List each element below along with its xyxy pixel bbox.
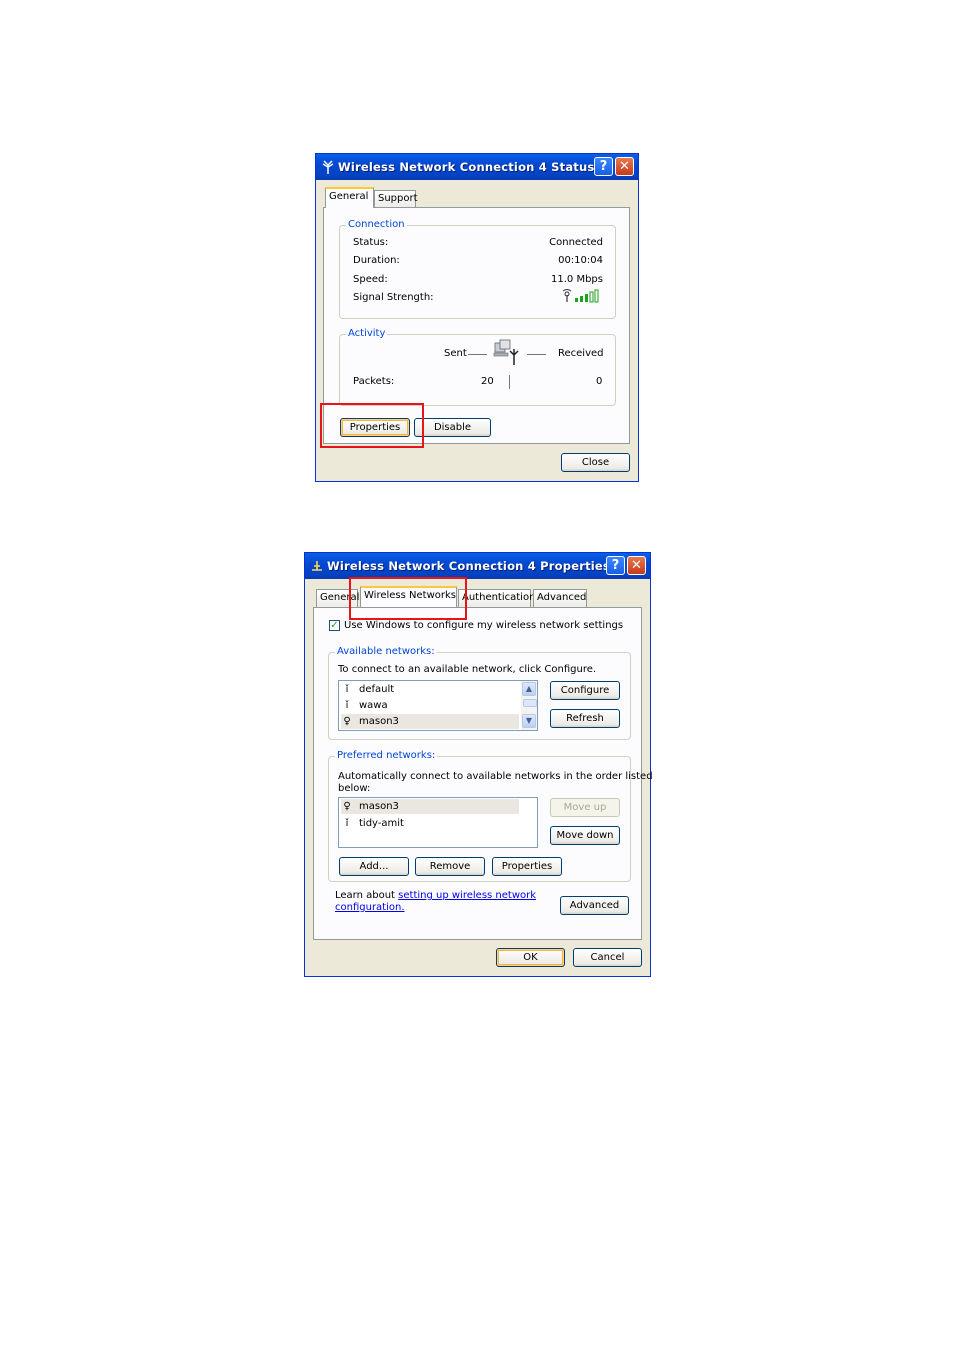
scroll-down-icon[interactable]: ▼ [522, 714, 536, 728]
learn-link-2[interactable]: configuration. [335, 902, 405, 913]
close-window-button[interactable]: ✕ [627, 556, 646, 575]
use-windows-label: Use Windows to configure my wireless net… [344, 620, 624, 631]
preferred-networks-group: Preferred networks: Automatically connec… [328, 750, 653, 882]
list-item[interactable]: ♀ mason3 [341, 714, 519, 729]
add-button[interactable]: Add... [339, 857, 409, 876]
highlight-properties [320, 403, 424, 448]
status-label: Status: [353, 237, 389, 248]
available-networks-list[interactable]: ǐ default ǐ wawa ♀ mason3 ▲ ▼ [338, 680, 538, 731]
learn-link-1[interactable]: setting up wireless network [398, 890, 536, 901]
available-networks-title: Available networks: [335, 646, 437, 657]
help-button[interactable]: ? [594, 157, 613, 176]
preferred-networks-title: Preferred networks: [335, 750, 438, 761]
cancel-button[interactable]: Cancel [573, 948, 642, 967]
available-networks-group: Available networks: To connect to an ava… [328, 646, 631, 740]
scroll-thumb[interactable] [523, 699, 537, 707]
connection-group-title: Connection [346, 219, 407, 230]
antenna-icon: ǐ [345, 818, 349, 829]
received-label: Received [558, 348, 604, 359]
preferred-instruction-2: below: [338, 783, 371, 794]
list-item[interactable]: ǐ tidy-amit [341, 816, 519, 831]
antenna-icon: ǐ [345, 684, 349, 695]
duration-value: 00:10:04 [558, 255, 603, 266]
packets-sent-value: 20 [481, 376, 494, 387]
move-up-button[interactable]: Move up [550, 798, 620, 817]
properties-titlebar[interactable]: Wireless Network Connection 4 Properties… [305, 553, 650, 579]
ok-button[interactable]: OK [496, 948, 565, 967]
packets-divider [509, 375, 510, 389]
speed-label: Speed: [353, 274, 388, 285]
preferred-properties-button[interactable]: Properties [492, 857, 562, 876]
remove-button[interactable]: Remove [415, 857, 485, 876]
available-scrollbar[interactable]: ▲ ▼ [521, 681, 537, 730]
list-item[interactable]: ♀ mason3 [341, 799, 519, 814]
disable-button[interactable]: Disable [414, 418, 491, 437]
list-item[interactable]: ǐ default [341, 682, 519, 697]
activity-group-title: Activity [346, 328, 388, 339]
tab-advanced[interactable]: Advanced [533, 589, 587, 607]
sent-label: Sent [444, 348, 467, 359]
signal-strength-icon [562, 289, 599, 303]
antenna-icon [322, 160, 334, 174]
close-button[interactable]: Close [561, 453, 630, 472]
close-window-button[interactable]: ✕ [615, 157, 634, 176]
network-computers-icon [493, 339, 519, 365]
available-instruction: To connect to an available network, clic… [338, 664, 597, 675]
activity-group: Activity Sent Received Packets: 20 0 [339, 328, 616, 406]
network-connection-icon [312, 561, 322, 571]
preferred-networks-list[interactable]: ♀ mason3 ǐ tidy-amit [338, 797, 538, 848]
list-item[interactable]: ǐ wawa [341, 698, 519, 713]
packets-label: Packets: [353, 376, 395, 387]
status-titlebar[interactable]: Wireless Network Connection 4 Status ? ✕ [316, 154, 638, 180]
connected-antenna-icon: ♀ [343, 716, 351, 727]
status-title: Wireless Network Connection 4 Status [338, 160, 595, 174]
status-value: Connected [549, 237, 603, 248]
tab-support[interactable]: Support [374, 190, 418, 208]
use-windows-checkbox[interactable]: ✓ [329, 620, 340, 631]
preferred-instruction-1: Automatically connect to available netwo… [338, 771, 653, 782]
advanced-button[interactable]: Advanced [560, 896, 629, 915]
help-button[interactable]: ? [606, 556, 625, 575]
wireless-tab-panel: ✓ Use Windows to configure my wireless n… [313, 607, 653, 940]
connection-group: Connection Status: Connected Duration: 0… [339, 219, 616, 319]
move-down-button[interactable]: Move down [550, 826, 620, 845]
tab-authentication[interactable]: Authentication [458, 589, 535, 607]
received-line [527, 354, 546, 355]
tab-wireless-networks[interactable]: Wireless Networks [360, 586, 457, 607]
scroll-up-icon[interactable]: ▲ [522, 682, 536, 696]
duration-label: Duration: [353, 255, 400, 266]
packets-received-value: 0 [596, 376, 603, 387]
tab-general[interactable]: General [325, 187, 374, 208]
signal-label: Signal Strength: [353, 292, 434, 303]
configure-button[interactable]: Configure [550, 681, 620, 700]
sent-line [468, 354, 487, 355]
connected-antenna-icon: ♀ [343, 801, 351, 812]
learn-about-text: Learn about setting up wireless network [335, 890, 537, 901]
speed-value: 11.0 Mbps [551, 274, 603, 285]
properties-title: Wireless Network Connection 4 Properties [327, 559, 610, 573]
antenna-icon: ǐ [345, 700, 349, 711]
refresh-button[interactable]: Refresh [550, 709, 620, 728]
